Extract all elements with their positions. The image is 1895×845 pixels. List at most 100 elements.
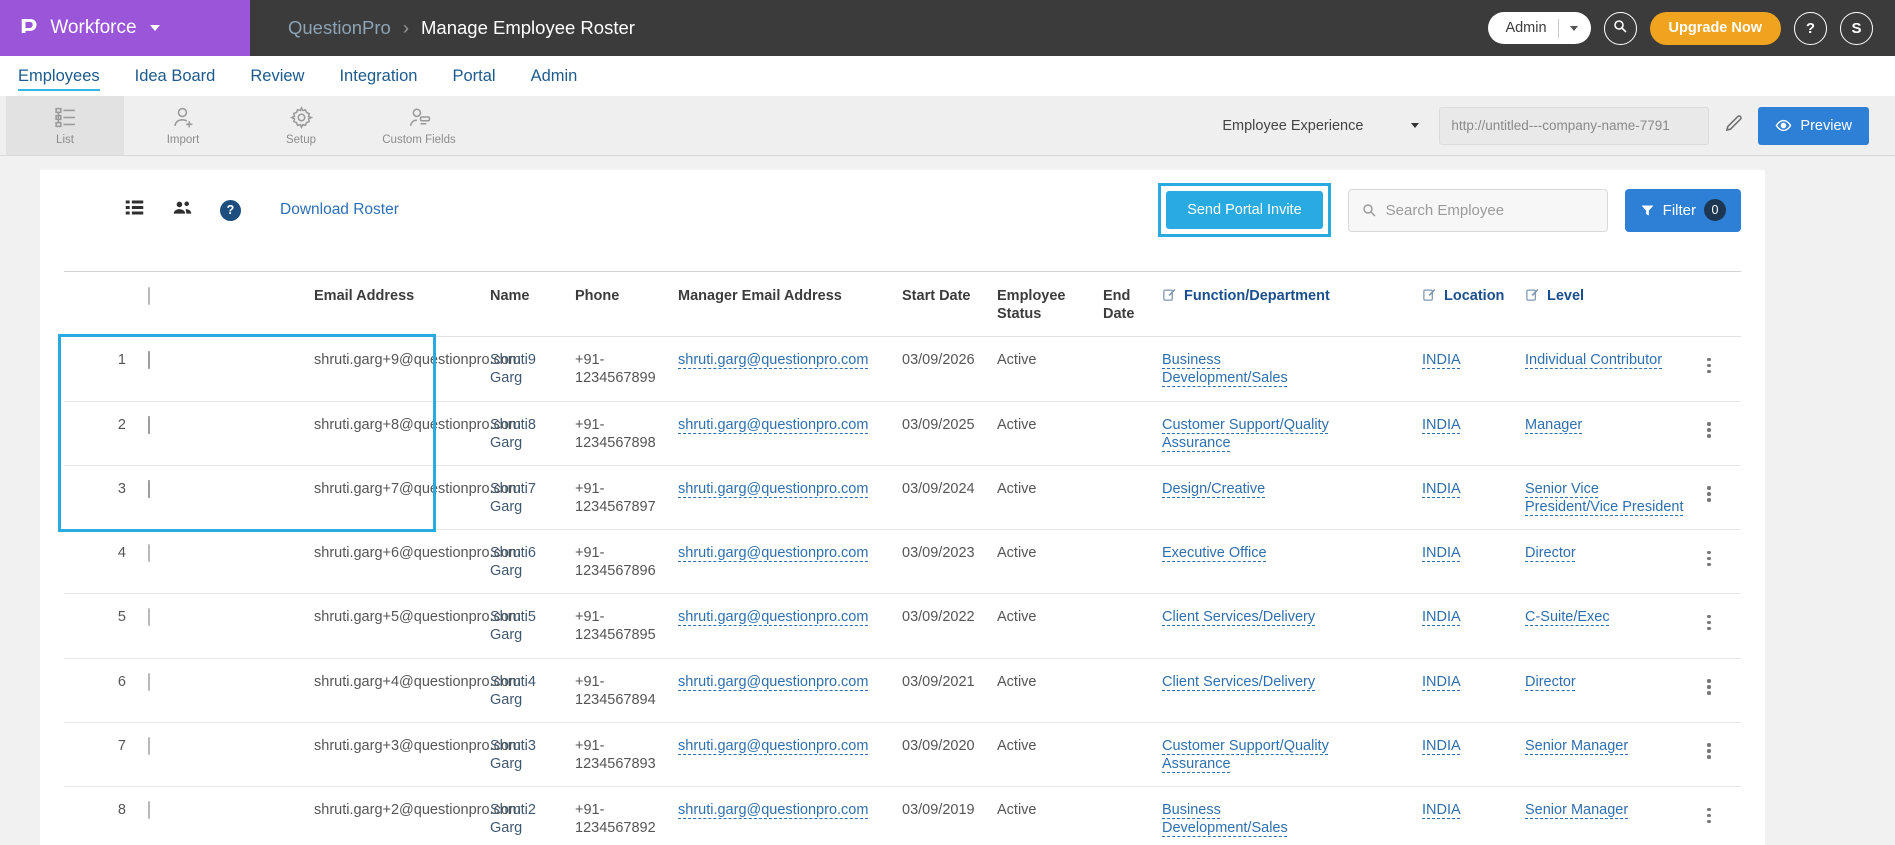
portal-url-field[interactable]: http://untitled---company-name-7791 [1439, 107, 1709, 145]
row-menu-button[interactable] [1699, 608, 1719, 637]
level-link[interactable]: Senior Manager [1525, 737, 1628, 755]
cell-email: shruti.garg+2@questionpro.com [244, 787, 490, 845]
row-checkbox[interactable] [148, 608, 150, 626]
tool-setup[interactable]: Setup [242, 96, 360, 155]
row-checkbox-cell [140, 658, 244, 722]
manager-email-link[interactable]: shruti.garg@questionpro.com [678, 738, 868, 754]
cell-location: INDIA [1422, 401, 1525, 465]
group-icon [172, 197, 193, 223]
filter-button[interactable]: Filter 0 [1625, 189, 1741, 232]
function-department-link[interactable]: Design/Creative [1162, 480, 1265, 498]
help-button[interactable]: ? [1794, 12, 1827, 45]
experience-select[interactable]: Employee Experience [1216, 110, 1425, 142]
nav-tab-idea-board[interactable]: Idea Board [135, 67, 216, 86]
function-department-link[interactable]: Customer Support/Quality Assurance [1162, 737, 1347, 773]
manager-email-link[interactable]: shruti.garg@questionpro.com [678, 674, 868, 690]
row-menu-button[interactable] [1699, 673, 1719, 702]
column-header-level[interactable]: Level [1525, 272, 1699, 337]
filter-button-label: Filter [1663, 202, 1696, 219]
row-checkbox[interactable] [148, 801, 150, 819]
location-link[interactable]: INDIA [1422, 738, 1461, 754]
list-view-button[interactable] [124, 197, 145, 223]
table-row-employee-7: 7shruti.garg+3@questionpro.comShruti3 Ga… [64, 722, 1741, 786]
nav-tab-employees[interactable]: Employees [18, 67, 100, 86]
row-menu-button[interactable] [1699, 416, 1719, 445]
column-header-label: Start Date [902, 288, 971, 304]
column-header-function-department[interactable]: Function/Department [1162, 272, 1422, 337]
global-search-button[interactable] [1604, 12, 1637, 45]
employee-search-input[interactable] [1386, 202, 1595, 219]
nav-tab-portal[interactable]: Portal [452, 67, 495, 86]
cell-function-department: Client Services/Delivery [1162, 658, 1422, 722]
row-checkbox[interactable] [148, 544, 150, 562]
workforce-product-menu[interactable]: P Workforce [0, 0, 250, 56]
cell-level: Senior Manager [1525, 787, 1699, 845]
preview-button[interactable]: Preview [1758, 107, 1869, 145]
nav-tab-review[interactable]: Review [250, 67, 304, 86]
function-department-link[interactable]: Client Services/Delivery [1162, 673, 1315, 691]
row-menu-button[interactable] [1699, 801, 1719, 830]
nav-tab-integration[interactable]: Integration [339, 67, 417, 86]
location-link[interactable]: INDIA [1422, 674, 1461, 690]
manager-email-link[interactable]: shruti.garg@questionpro.com [678, 802, 868, 818]
level-link[interactable]: Senior Vice President/Vice President [1525, 480, 1689, 516]
manager-email-link[interactable]: shruti.garg@questionpro.com [678, 352, 868, 368]
cell-phone: +91-1234567899 [575, 337, 678, 401]
select-all-checkbox[interactable] [148, 287, 150, 305]
row-checkbox[interactable] [148, 480, 150, 498]
row-menu-button[interactable] [1699, 737, 1719, 766]
level-link[interactable]: Individual Contributor [1525, 351, 1662, 369]
download-roster-link[interactable]: Download Roster [280, 201, 399, 219]
function-department-link[interactable]: Executive Office [1162, 544, 1267, 562]
location-link[interactable]: INDIA [1422, 545, 1461, 561]
filter-count-badge: 0 [1704, 199, 1726, 221]
cell-row-actions [1699, 530, 1741, 594]
row-menu-button[interactable] [1699, 480, 1719, 509]
location-link[interactable]: INDIA [1422, 352, 1461, 368]
upgrade-now-button[interactable]: Upgrade Now [1650, 12, 1781, 45]
row-menu-button[interactable] [1699, 351, 1719, 380]
manager-email-link[interactable]: shruti.garg@questionpro.com [678, 417, 868, 433]
tool-custom-fields[interactable]: Custom Fields [360, 96, 478, 155]
roster-table-head: Email AddressNamePhoneManager Email Addr… [64, 272, 1741, 337]
import-icon [171, 105, 196, 130]
row-checkbox[interactable] [148, 351, 150, 369]
cell-name: Shruti3 Garg [490, 722, 575, 786]
cell-phone: +91-1234567896 [575, 530, 678, 594]
row-checkbox[interactable] [148, 737, 150, 755]
function-department-link[interactable]: Customer Support/Quality Assurance [1162, 416, 1347, 452]
level-link[interactable]: C-Suite/Exec [1525, 608, 1610, 626]
location-link[interactable]: INDIA [1422, 417, 1461, 433]
edit-url-button[interactable] [1723, 113, 1744, 139]
location-link[interactable]: INDIA [1422, 802, 1461, 818]
send-portal-invite-button[interactable]: Send Portal Invite [1166, 191, 1322, 229]
level-link[interactable]: Manager [1525, 416, 1582, 434]
avatar[interactable]: S [1840, 12, 1873, 45]
location-link[interactable]: INDIA [1422, 609, 1461, 625]
org-view-button[interactable] [172, 197, 193, 223]
function-department-link[interactable]: Business Development/Sales [1162, 801, 1347, 837]
roster-help-icon[interactable]: ? [220, 200, 241, 221]
row-index: 2 [64, 401, 140, 465]
roster-card: ? Download Roster Send Portal Invite Fil… [40, 170, 1765, 845]
row-checkbox[interactable] [148, 416, 150, 434]
column-header-location[interactable]: Location [1422, 272, 1525, 337]
row-menu-button[interactable] [1699, 544, 1719, 573]
breadcrumb-root-link[interactable]: QuestionPro [288, 17, 391, 39]
column-header-manager-email-address: Manager Email Address [678, 272, 902, 337]
tool-import[interactable]: Import [124, 96, 242, 155]
tool-list[interactable]: List [6, 96, 124, 155]
level-link[interactable]: Director [1525, 544, 1576, 562]
function-department-link[interactable]: Client Services/Delivery [1162, 608, 1315, 626]
manager-email-link[interactable]: shruti.garg@questionpro.com [678, 481, 868, 497]
level-link[interactable]: Senior Manager [1525, 801, 1628, 819]
level-link[interactable]: Director [1525, 673, 1576, 691]
location-link[interactable]: INDIA [1422, 481, 1461, 497]
nav-tab-admin[interactable]: Admin [531, 67, 578, 86]
row-checkbox[interactable] [148, 673, 150, 691]
nav-tab-label: Employees [18, 67, 100, 91]
manager-email-link[interactable]: shruti.garg@questionpro.com [678, 609, 868, 625]
manager-email-link[interactable]: shruti.garg@questionpro.com [678, 545, 868, 561]
function-department-link[interactable]: Business Development/Sales [1162, 351, 1347, 387]
role-selector[interactable]: Admin [1488, 12, 1590, 44]
